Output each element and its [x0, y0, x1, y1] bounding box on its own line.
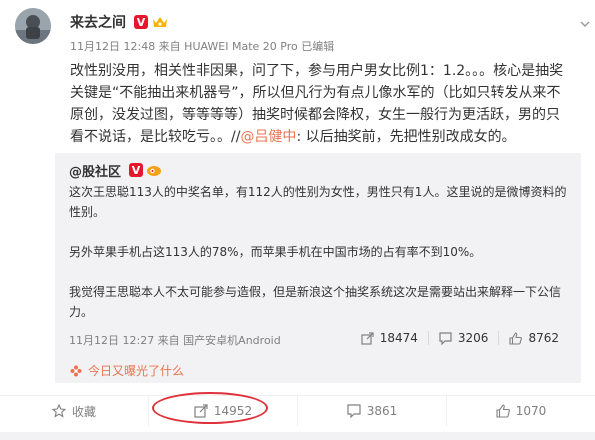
repost-comment-count[interactable]: 3206: [427, 331, 499, 345]
repost-repost-count[interactable]: 18474: [351, 331, 428, 345]
repost-stats: 18474 3206 8762: [351, 331, 569, 345]
verified-badge-icon: V: [134, 15, 148, 29]
exposure-label: 今日又曝光了什么: [88, 364, 185, 378]
repost-meta: 11月12日 12:27 来自 国产安卓机Android: [69, 334, 281, 347]
divider: [0, 432, 595, 440]
repost-paragraph: 另外苹果手机占这113人的78%，而苹果手机在中国市场的占有率不到10%。: [69, 245, 482, 259]
reposted-content[interactable]: @股社区 V 这次王思聪113人的中奖名单，有112人的性别为女性，男性只有1人…: [55, 153, 581, 383]
share-icon: [361, 331, 374, 345]
exposure-link[interactable]: 今日又曝光了什么: [70, 362, 184, 379]
author-row: 来去之间 V: [70, 12, 168, 32]
favorite-button[interactable]: 收藏: [0, 396, 148, 426]
like-button[interactable]: 1070: [446, 396, 595, 426]
comment-icon: [347, 404, 361, 418]
verified-badge-icon: V: [129, 163, 144, 177]
favorite-label: 收藏: [71, 404, 96, 419]
mention-link[interactable]: @吕健中: [240, 129, 296, 145]
post-text: 改性别没用，相关性非因果，问了下，参与用户男女比例1：1.2。。。核心是抽奖关键…: [70, 60, 572, 148]
repost-paragraph: 这次王思聪113人的中奖名单，有112人的性别为女性，男性只有1人。这里说的是微…: [69, 185, 567, 219]
weibo-vip-icon: [147, 166, 162, 176]
repost-like-count[interactable]: 8762: [498, 331, 569, 345]
author-avatar[interactable]: [15, 8, 51, 44]
comment-button[interactable]: 3861: [297, 396, 446, 426]
repost-author-row: @股社区 V: [69, 161, 162, 180]
annotation-highlight-ellipse: [152, 392, 268, 424]
weibo-post-card: 来去之间 V 11月12日 12:48 来自 HUAWEI Mate 20 Pr…: [0, 0, 595, 440]
repost-count: 18474: [379, 331, 418, 345]
post-body-tail: : 以后抽奖前，先把性别改成女的。: [296, 129, 516, 145]
comment-count: 3861: [366, 404, 398, 418]
repost-author-name[interactable]: @股社区: [69, 161, 121, 180]
star-icon: [51, 404, 66, 418]
member-crown-icon[interactable]: [152, 15, 168, 29]
chevron-down-icon[interactable]: [579, 18, 591, 30]
post-meta: 11月12日 12:48 来自 HUAWEI Mate 20 Pro 已编辑: [70, 40, 335, 53]
comment-icon: [439, 331, 452, 345]
thumbs-up-icon: [509, 331, 523, 345]
repost-paragraph: 我觉得王思聪本人不太可能参与造假，但是新浪这个抽奖系统这次是需要站出来解释一下公…: [69, 285, 562, 319]
flower-icon: [70, 365, 82, 376]
comment-count: 3206: [457, 331, 489, 345]
action-bar: 收藏 14952 3861 1070: [0, 395, 595, 426]
like-count: 1070: [515, 404, 547, 418]
thumbs-up-icon: [496, 404, 510, 418]
like-count: 8762: [528, 331, 559, 345]
repost-text: 这次王思聪113人的中奖名单，有112人的性别为女性，男性只有1人。这里说的是微…: [69, 182, 569, 342]
author-name[interactable]: 来去之间: [70, 12, 126, 32]
